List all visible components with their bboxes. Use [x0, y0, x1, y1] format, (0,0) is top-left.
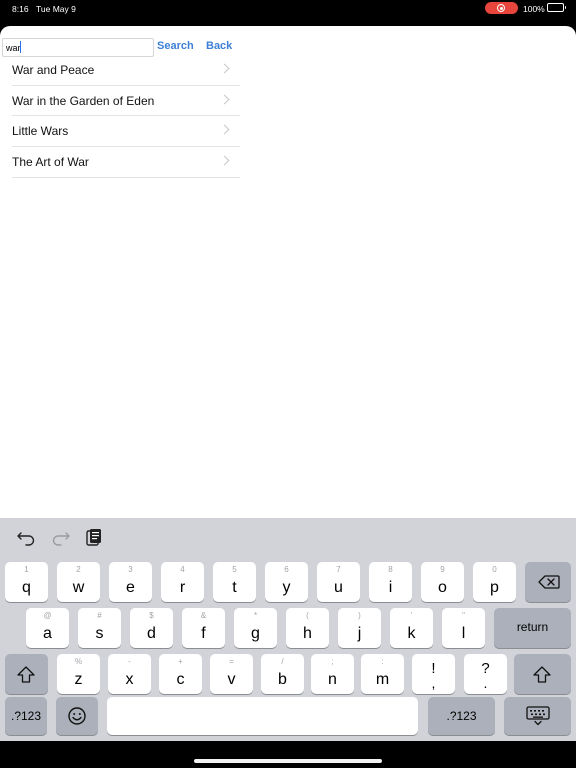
search-button[interactable]: Search — [157, 40, 194, 52]
keyboard: 1q 2w 3e 4r 5t 6y 7u 8i 9o 0p @ a # s $ d &… — [0, 518, 576, 741]
redo-icon[interactable] — [50, 527, 70, 547]
key-f[interactable]: & f — [182, 608, 225, 648]
key-h[interactable]: (h — [286, 608, 329, 648]
battery-percentage: 100% — [523, 4, 545, 14]
key-exclamation[interactable]: !, — [412, 654, 455, 694]
status-date: Tue May 9 — [36, 4, 76, 14]
shift-icon — [17, 666, 35, 688]
key-w[interactable]: 2w — [57, 562, 100, 602]
key-r[interactable]: 4r — [161, 562, 204, 602]
screen: 8:16 Tue May 9 100% Search Back War and … — [0, 0, 576, 768]
app-content: Search Back War and Peace War in the Gar… — [0, 26, 576, 518]
key-v[interactable]: = v — [210, 654, 253, 694]
status-bar: 8:16 Tue May 9 100% — [0, 0, 576, 26]
emoji-icon — [67, 706, 87, 731]
chevron-right-icon — [219, 124, 230, 135]
undo-icon[interactable] — [17, 527, 37, 547]
back-button[interactable]: Back — [206, 40, 232, 52]
key-y[interactable]: 6y — [265, 562, 308, 602]
key-l[interactable]: " l — [442, 608, 485, 648]
key-u[interactable]: 7u — [317, 562, 360, 602]
list-item[interactable]: War and Peace — [12, 55, 240, 86]
chevron-right-icon — [219, 94, 230, 105]
list-item[interactable]: War in the Garden of Eden — [12, 86, 240, 117]
return-key[interactable]: return — [494, 608, 571, 648]
key-s[interactable]: # s — [78, 608, 121, 648]
list-item[interactable]: Little Wars — [12, 116, 240, 148]
delete-key[interactable] — [525, 562, 571, 602]
result-title: War and Peace — [12, 63, 95, 77]
key-i[interactable]: 8i — [369, 562, 412, 602]
key-z[interactable]: % z — [57, 654, 100, 694]
screen-recording-icon[interactable] — [485, 2, 518, 14]
battery-icon — [547, 3, 566, 12]
emoji-key[interactable] — [56, 697, 98, 735]
key-c[interactable]: + c — [159, 654, 202, 694]
key-j[interactable]: ) j — [338, 608, 381, 648]
chevron-right-icon — [219, 155, 230, 166]
list-item[interactable]: The Art of War — [12, 147, 240, 178]
key-d[interactable]: $ d — [130, 608, 173, 648]
key-a[interactable]: @ a — [26, 608, 69, 648]
key-x[interactable]: -x — [108, 654, 151, 694]
key-t[interactable]: 5t — [213, 562, 256, 602]
keyboard-dismiss-icon — [526, 706, 550, 731]
key-o[interactable]: 9o — [421, 562, 464, 602]
key-n[interactable]: ; n — [311, 654, 354, 694]
key-question[interactable]: ?. — [464, 654, 507, 694]
shift-key-left[interactable] — [5, 654, 48, 694]
space-bar[interactable] — [107, 697, 418, 735]
key-p[interactable]: 0p — [473, 562, 516, 602]
key-m[interactable]: :m — [361, 654, 404, 694]
key-e[interactable]: 3e — [109, 562, 152, 602]
home-indicator — [194, 759, 382, 763]
numbers-key-right[interactable]: .?123 — [428, 697, 495, 735]
results-list: War and Peace War in the Garden of Eden … — [12, 55, 240, 178]
key-b[interactable]: / b — [261, 654, 304, 694]
paste-icon[interactable] — [84, 527, 104, 547]
delete-icon — [538, 575, 560, 594]
key-g[interactable]: * g — [234, 608, 277, 648]
keyboard-dismiss-key[interactable] — [504, 697, 571, 735]
result-title: Little Wars — [12, 124, 69, 139]
text-cursor — [20, 41, 21, 53]
key-q[interactable]: 1q — [5, 562, 48, 602]
chevron-right-icon — [219, 63, 230, 74]
shift-icon — [533, 666, 551, 688]
result-title: War in the Garden of Eden — [12, 93, 155, 108]
status-time: 8:16 — [12, 4, 29, 14]
result-title: The Art of War — [12, 155, 89, 170]
shortcut-bar — [0, 518, 576, 556]
shift-key-right[interactable] — [514, 654, 571, 694]
key-k[interactable]: ' k — [390, 608, 433, 648]
numbers-key-left[interactable]: .?123 — [5, 697, 47, 735]
